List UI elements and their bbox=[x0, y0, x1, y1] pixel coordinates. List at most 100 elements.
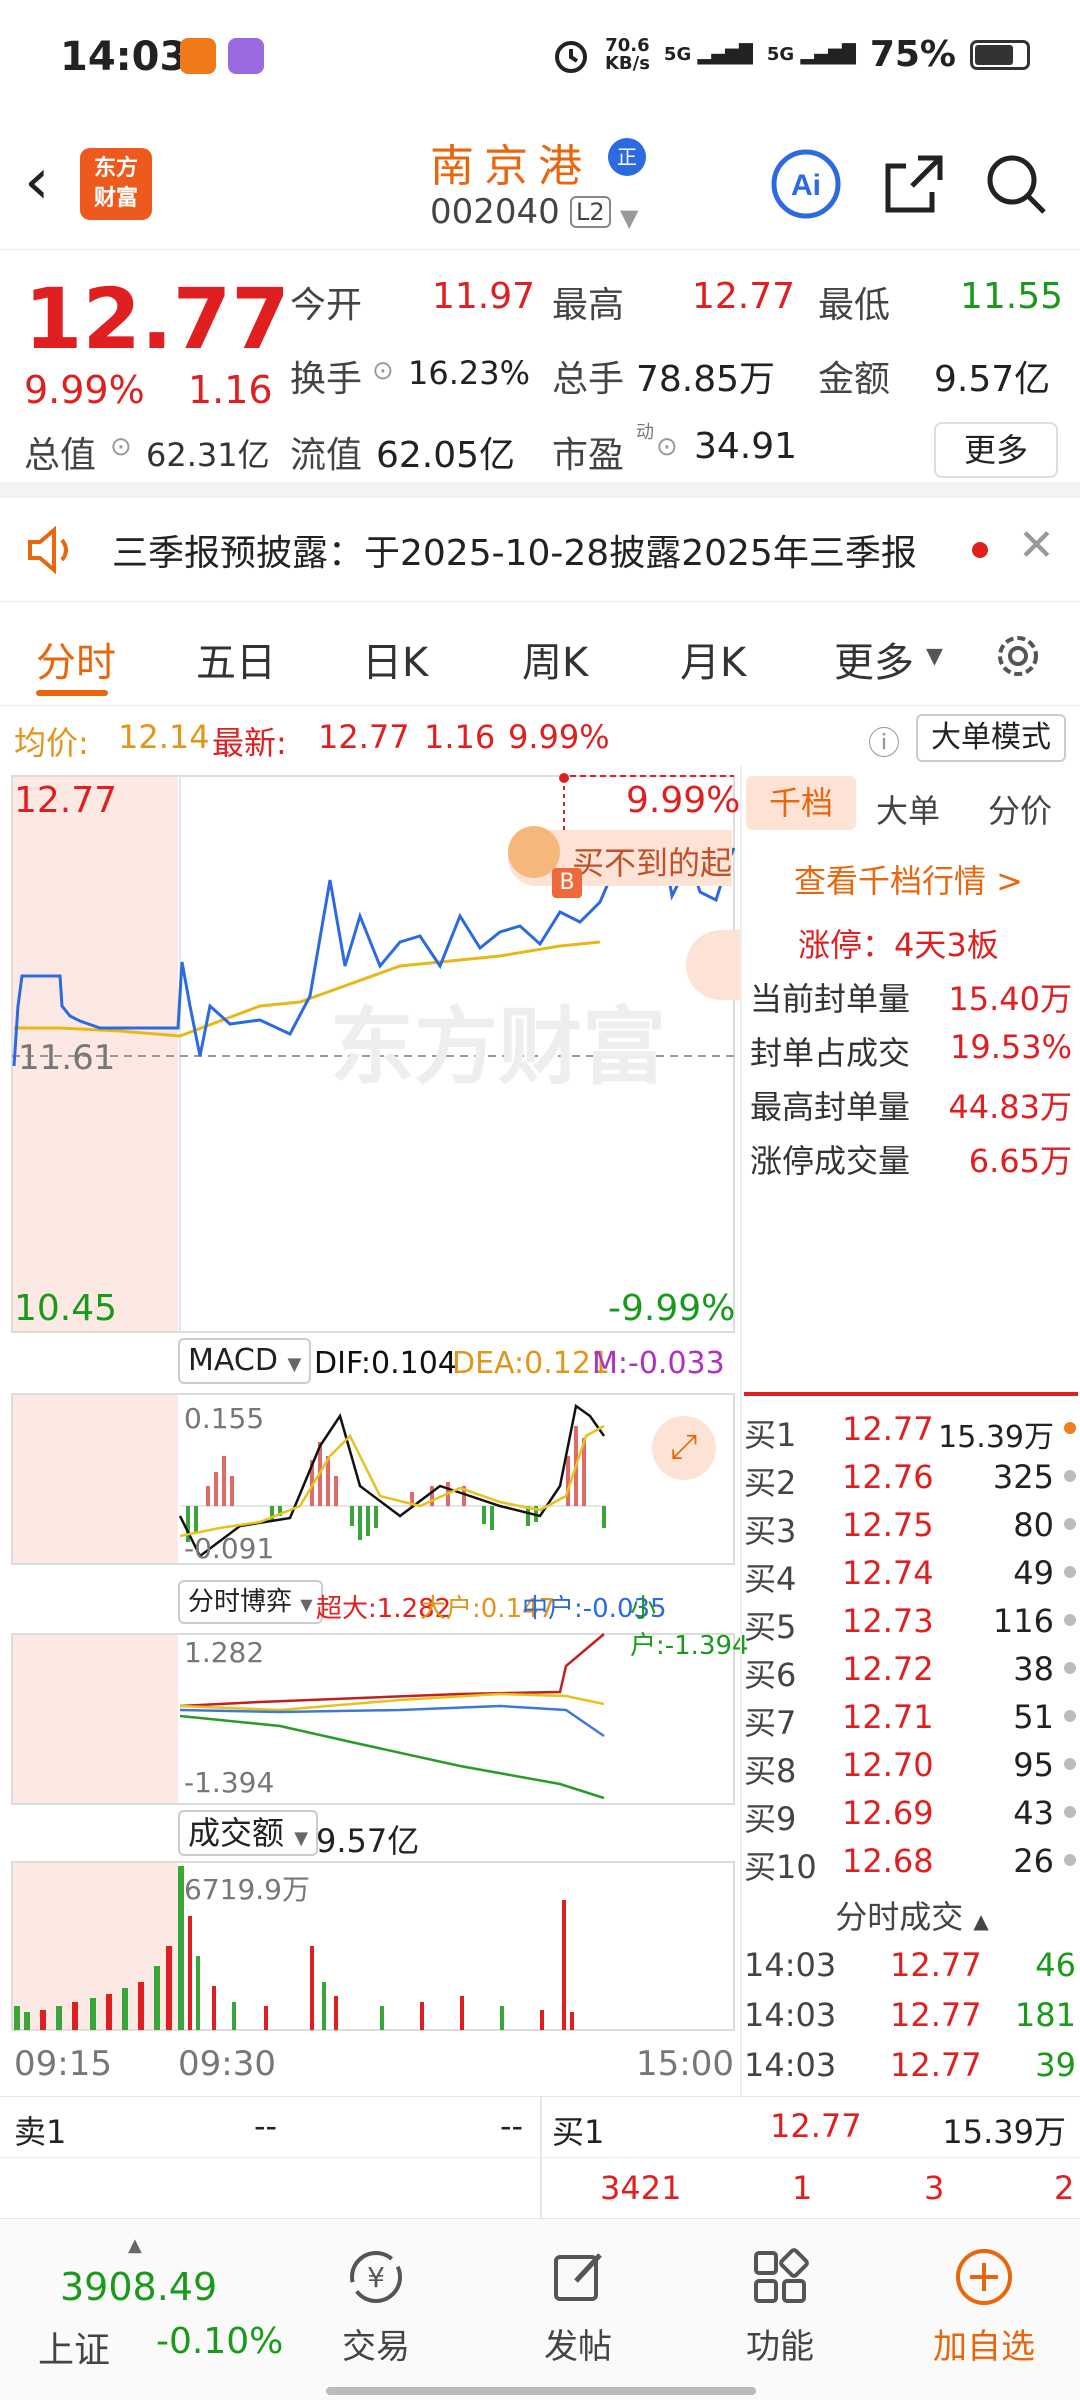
notice-bar[interactable]: 三季报预披露：于2025-10-28披露2025年三季报 ✕ bbox=[0, 498, 1080, 602]
sell1-volume: -- bbox=[500, 2107, 524, 2145]
sell1-price: -- bbox=[254, 2107, 278, 2145]
nav-add-watchlist[interactable]: 加自选 bbox=[924, 2245, 1044, 2368]
bid-volume: 15.39万 bbox=[938, 1420, 1054, 1455]
seal-value-1: 15.40万 bbox=[948, 980, 1072, 1018]
notification-app-icon bbox=[180, 38, 216, 74]
nav-function[interactable]: 功能 bbox=[720, 2245, 840, 2368]
tab-daily-k[interactable]: 日K bbox=[362, 630, 428, 688]
bid-price: 12.74 bbox=[842, 1554, 934, 1592]
promo-bubble-text: 买不到的起 bbox=[572, 844, 733, 882]
signal-2: 5G ▂▄▆█ bbox=[766, 44, 856, 65]
trade-price: 12.77 bbox=[890, 2046, 982, 2084]
info-icon[interactable]: ⊙ bbox=[656, 432, 678, 462]
seal-label-4: 涨停成交量 bbox=[750, 1142, 911, 1180]
trade-time: 14:03 bbox=[744, 1946, 837, 1984]
signal-1: 5G ▂▄▆█ bbox=[663, 44, 753, 65]
speaker-icon bbox=[28, 526, 68, 574]
share-icon[interactable] bbox=[878, 148, 950, 220]
price-axis-mid: 11.61 bbox=[18, 1038, 116, 1078]
search-icon[interactable] bbox=[980, 148, 1052, 220]
bid-row[interactable]: 买1 12.77 15.39万 bbox=[742, 1408, 1080, 1456]
promo-bubble[interactable]: 买不到的起 bbox=[508, 826, 733, 886]
tab-intraday[interactable]: 分时 bbox=[36, 630, 116, 688]
caret-down-icon[interactable]: ▼ bbox=[926, 644, 943, 669]
bid-row[interactable]: 买3 12.75 80 bbox=[742, 1504, 1080, 1552]
seal-label-2: 封单占成交 bbox=[750, 1034, 911, 1072]
bid-dot bbox=[1064, 1854, 1076, 1866]
intraday-chart-area[interactable]: 东方财富 bbox=[0, 766, 740, 2066]
macd-selector[interactable]: MACD ▼ bbox=[178, 1338, 312, 1384]
bid-row[interactable]: 买4 12.74 49 bbox=[742, 1552, 1080, 1600]
close-icon[interactable]: ✕ bbox=[1018, 520, 1055, 571]
stock-name: 南京港 bbox=[430, 141, 592, 192]
seal-value-3: 44.83万 bbox=[948, 1088, 1072, 1126]
game-selector[interactable]: 分时博弈 ▼ bbox=[178, 1580, 323, 1624]
info-icon[interactable]: ⊙ bbox=[372, 356, 394, 386]
tab-thousand-level[interactable]: 千档 bbox=[746, 776, 856, 830]
bid-row[interactable]: 买6 12.72 38 bbox=[742, 1648, 1080, 1696]
nav-post[interactable]: 发帖 bbox=[518, 2245, 638, 2368]
index-widget[interactable]: ▲ 3908.49 上证 -0.10% bbox=[24, 2235, 284, 2379]
volume-label: 总手 bbox=[552, 359, 625, 400]
turnover-value: 16.23% bbox=[408, 354, 531, 392]
bid-row[interactable]: 买8 12.70 95 bbox=[742, 1744, 1080, 1792]
bottom-nav: ▲ 3908.49 上证 -0.10% ¥ 交易 发帖 功能 加自选 bbox=[0, 2218, 1080, 2400]
signal-2-label: 5G bbox=[766, 44, 795, 65]
price-axis-bottom: 10.45 bbox=[14, 1288, 118, 1329]
open-value: 11.97 bbox=[432, 276, 536, 317]
bid-row[interactable]: 买5 12.73 116 bbox=[742, 1600, 1080, 1648]
macd-bottom: -0.091 bbox=[184, 1532, 275, 1565]
avg-label: 均价: bbox=[14, 724, 89, 762]
trade-row: 14:03 12.77 181 bbox=[742, 1994, 1080, 2044]
ai-icon[interactable]: Ai bbox=[770, 148, 842, 220]
trade-time: 14:03 bbox=[744, 1996, 837, 2034]
bid-label: 买6 bbox=[744, 1656, 797, 1694]
bid-dot bbox=[1064, 1614, 1076, 1626]
info-icon[interactable]: ⊙ bbox=[110, 432, 132, 462]
tab-price-dist[interactable]: 分价 bbox=[988, 786, 1052, 832]
bid-row[interactable]: 买2 12.76 325 bbox=[742, 1456, 1080, 1504]
trade-row: 14:03 12.77 46 bbox=[742, 1944, 1080, 1994]
big-order-mode-button[interactable]: 大单模式 bbox=[916, 714, 1066, 762]
bid-row[interactable]: 买10 12.68 26 bbox=[742, 1840, 1080, 1888]
trades-title: 分时成交 bbox=[835, 1898, 964, 1936]
more-button[interactable]: 更多 bbox=[934, 422, 1058, 478]
last-price: 12.77 bbox=[24, 270, 290, 368]
bid-label: 买1 bbox=[744, 1416, 797, 1454]
seal-value-2: 19.53% bbox=[949, 1028, 1072, 1066]
help-icon[interactable]: ⓘ bbox=[868, 718, 900, 764]
expand-icon[interactable]: ⤢ bbox=[652, 1416, 716, 1480]
tab-weekly-k[interactable]: 周K bbox=[522, 630, 588, 688]
volume-selector[interactable]: 成交额 ▼ bbox=[178, 1810, 319, 1856]
order-bar-divider bbox=[540, 2097, 542, 2219]
gear-icon[interactable] bbox=[990, 628, 1046, 684]
trade-price: 12.77 bbox=[890, 1996, 982, 2034]
pct-axis-top: 9.99% bbox=[626, 780, 741, 821]
status-right: 70.6 KB/s 5G ▂▄▆█ 5G ▂▄▆█ 75% bbox=[551, 34, 1030, 75]
stock-badge: 正 bbox=[608, 138, 646, 176]
tab-big-order[interactable]: 大单 bbox=[876, 786, 940, 832]
sell1-label: 卖1 bbox=[14, 2113, 67, 2151]
tab-monthly-k[interactable]: 月K bbox=[680, 630, 746, 688]
yen-cycle-icon: ¥ bbox=[350, 2251, 402, 2303]
high-label: 最高 bbox=[552, 285, 625, 326]
bid-label: 买2 bbox=[744, 1464, 797, 1502]
pct-axis-bottom: -9.99% bbox=[608, 1288, 736, 1329]
game-bottom: -1.394 bbox=[184, 1766, 275, 1799]
tab-5day[interactable]: 五日 bbox=[196, 630, 276, 688]
chevron-down-icon[interactable]: ▼ bbox=[620, 204, 638, 232]
trades-title-row[interactable]: 分时成交 ▲ bbox=[742, 1892, 1080, 1938]
level-badge[interactable]: L2 bbox=[570, 196, 611, 228]
net-speed-unit: KB/s bbox=[604, 52, 650, 74]
chevron-left-icon[interactable]: ‹ bbox=[24, 150, 50, 214]
low-label: 最低 bbox=[818, 285, 891, 326]
tab-more[interactable]: 更多 bbox=[834, 630, 914, 688]
seal-label-3: 最高封单量 bbox=[750, 1088, 911, 1126]
view-thousand-link[interactable]: 查看千档行情 > bbox=[794, 856, 1023, 902]
bid-row[interactable]: 买9 12.69 43 bbox=[742, 1792, 1080, 1840]
open-label: 今开 bbox=[290, 285, 363, 326]
nav-function-label: 功能 bbox=[746, 2327, 814, 2367]
bid-row[interactable]: 买7 12.71 51 bbox=[742, 1696, 1080, 1744]
nav-trade[interactable]: ¥ 交易 bbox=[316, 2245, 436, 2368]
change-pct: 9.99% bbox=[24, 368, 145, 412]
